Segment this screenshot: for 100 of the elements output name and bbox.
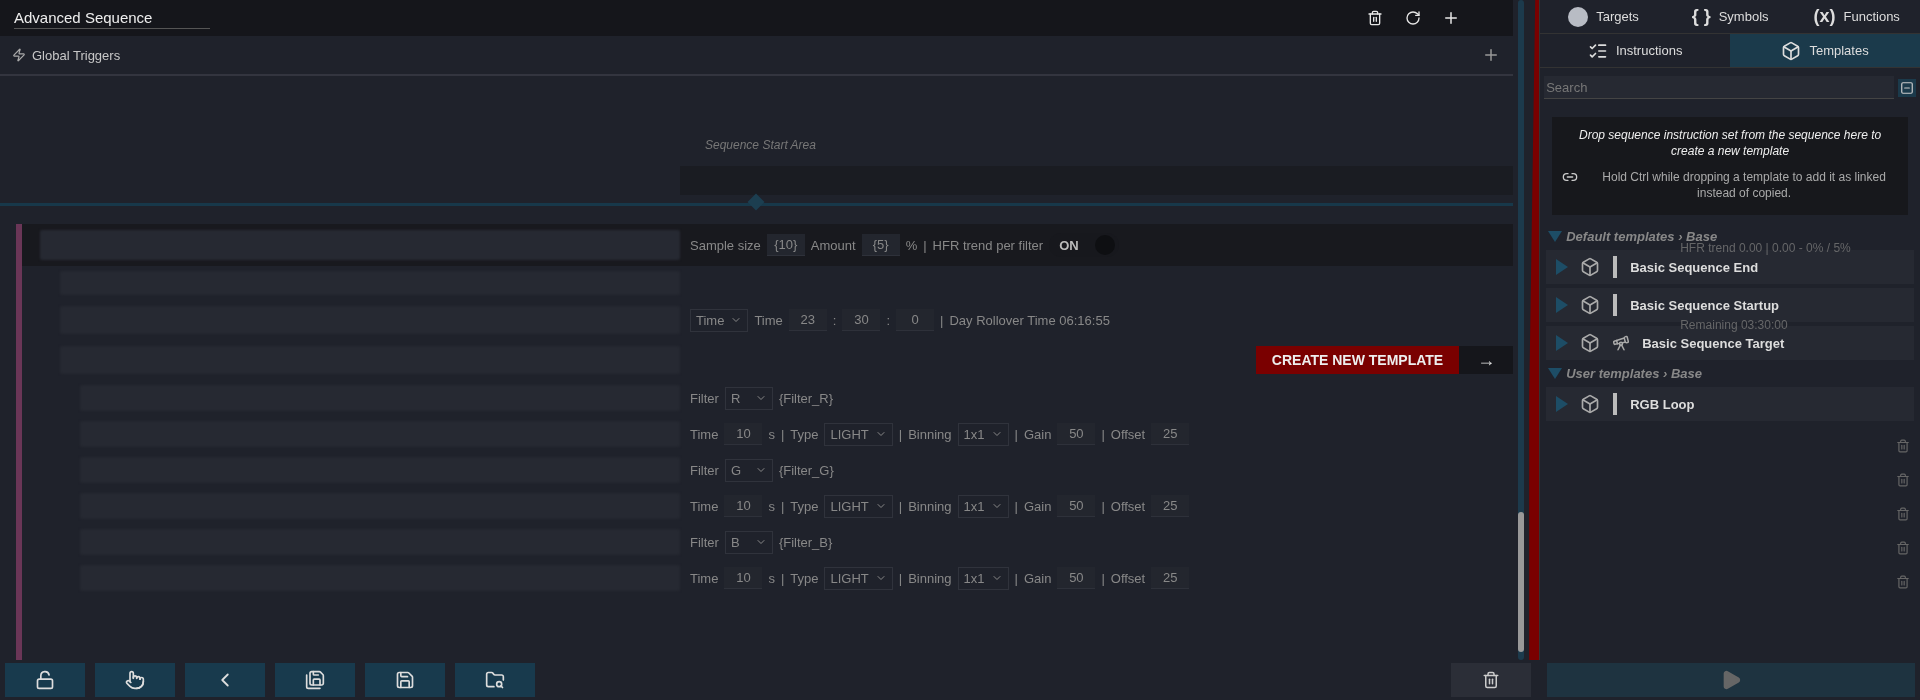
save-button[interactable] [365,663,445,697]
time-field[interactable]: 10 [724,567,763,589]
unit-text: s [768,498,775,514]
colon-text: : [832,312,837,328]
tab-glyph: (x) [1813,6,1836,27]
filter-dropdown[interactable]: R [724,386,773,410]
sequence-title-field[interactable]: Advanced Sequence [14,7,210,29]
binning-dropdown[interactable]: 1x1 [957,566,1009,590]
field-label: Offset [1110,498,1146,514]
separator-text: | [1101,498,1105,514]
hand-pointer-icon [125,670,145,690]
unit-text: s [768,570,775,586]
template-name: Basic Sequence Target [1642,335,1785,351]
variable-text: {Filter_G} [778,462,834,478]
separator-text: | [898,570,903,586]
field-label: Offset [1110,426,1146,442]
time-field[interactable]: 10 [724,423,763,445]
trash-icon [1896,541,1910,555]
box-icon [1580,333,1601,353]
separator-text: | [1014,426,1018,442]
template-name: Basic Sequence Startup [1630,297,1780,313]
rollover-text: Day Rollover Time 06:16:55 [949,312,1110,328]
separator-text: | [1101,570,1105,586]
amount-field[interactable]: {5} [861,234,900,256]
field-label: Gain [1023,498,1052,514]
redo-icon [1405,10,1422,26]
field-label: Filter [690,534,719,550]
binning-dropdown[interactable]: 1x1 [957,422,1009,446]
start-area-label: Sequence Start Area [705,138,817,152]
type-dropdown[interactable]: LIGHT [824,566,893,590]
view-tab[interactable]: Templates [1730,34,1920,68]
field-label: Sample size [690,237,761,253]
field-label: Time [754,312,783,328]
trash-icon [1896,575,1910,589]
save-icon [305,670,325,690]
filter-dropdown[interactable]: G [724,458,773,482]
template-item[interactable]: RGB Loop [1546,387,1914,421]
gain-field[interactable]: 50 [1057,495,1096,517]
gain-field[interactable]: 50 [1057,567,1096,589]
tab-glyph: { } [1691,6,1711,27]
field-label: Binning [908,570,952,586]
delete-button[interactable] [1451,663,1531,697]
binning-dropdown[interactable]: 1x1 [957,494,1009,518]
field-label: Binning [908,498,952,514]
hours-field[interactable]: 23 [788,309,827,331]
field-label: HFR trend per filter [932,237,1044,253]
scrollbar[interactable] [1518,0,1525,660]
mode-dropdown[interactable]: Time [690,308,749,332]
offset-field[interactable]: 25 [1151,423,1190,445]
group-title: User templates › Base [1566,366,1703,381]
field-label: Time [690,498,719,514]
trash-icon [1367,10,1384,26]
colon-text: : [886,312,891,328]
unit-text: % [905,237,918,253]
telescope-icon [1612,334,1631,352]
arrow-text: → [1459,346,1514,374]
field-label: Time [690,570,719,586]
filter-dropdown[interactable]: B [724,530,773,554]
collapse-icon [1900,80,1914,95]
minutes-field[interactable]: 30 [842,309,881,331]
time-field[interactable]: 10 [724,495,763,517]
box-icon [1781,40,1802,61]
field-label: Type [790,570,819,586]
trash-icon [1896,439,1910,453]
field-label: Amount [810,237,856,253]
collapse-all-button[interactable] [1898,78,1916,97]
panel-tab[interactable]: Targets [1540,0,1667,34]
global-triggers-label: Global Triggers [32,47,121,63]
field-label: Type [790,498,819,514]
separator-text: | [898,498,903,514]
separator-text: | [1014,570,1018,586]
sample-size-field[interactable]: {10} [766,234,805,256]
type-dropdown[interactable]: LIGHT [824,494,893,518]
box-icon [1580,394,1601,414]
start-sequence-button[interactable] [1547,663,1915,697]
drag-handle-icon [1612,256,1619,278]
ctrl-hint-text: Hold Ctrl while dropping a template to add it as linked instead of copied. [1601,169,1887,201]
seconds-field[interactable]: 0 [896,309,935,331]
separator-text: | [923,237,927,253]
trash-icon [1896,473,1910,487]
field-label: Gain [1023,426,1052,442]
separator-text: | [780,426,785,442]
search-field[interactable]: Search [1544,76,1894,99]
drag-handle-icon [1612,294,1619,316]
type-dropdown[interactable]: LIGHT [824,422,893,446]
drag-handle-icon [1612,393,1619,415]
folder-search-icon [485,670,505,690]
open-folder-button[interactable] [455,663,535,697]
touch-button[interactable] [95,663,175,697]
unit-text: s [768,426,775,442]
unlock-button[interactable] [5,663,85,697]
field-label: Filter [690,390,719,406]
template-name: Basic Sequence End [1630,259,1759,275]
template-name: RGB Loop [1630,396,1695,412]
offset-field[interactable]: 25 [1151,495,1190,517]
box-icon [1580,295,1601,315]
offset-field[interactable]: 25 [1151,567,1190,589]
gain-field[interactable]: 50 [1057,423,1096,445]
separator-text: | [1014,498,1018,514]
save-as-button[interactable] [275,663,355,697]
